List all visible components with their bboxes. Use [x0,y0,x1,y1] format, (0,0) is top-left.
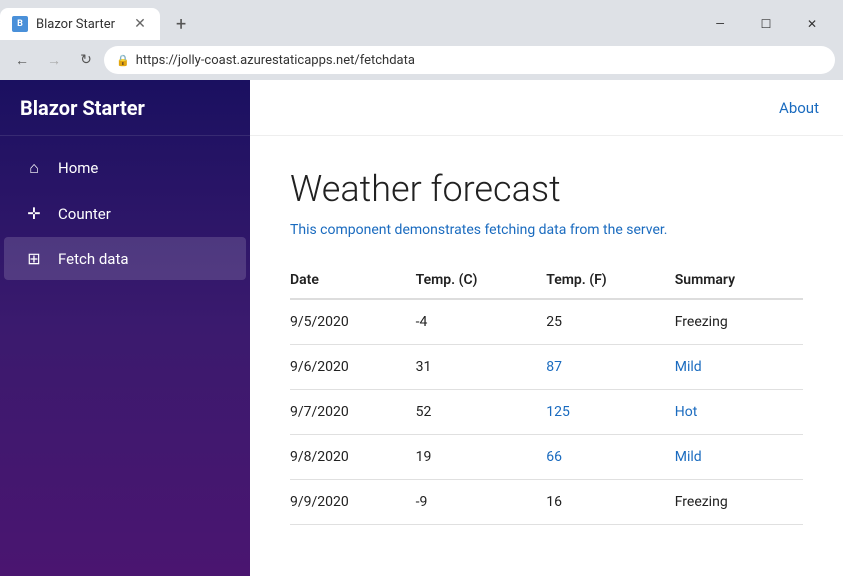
forward-button[interactable]: → [40,46,68,74]
nav-bar: ← → ↻ 🔒 https://jolly-coast.azurestatica… [0,40,843,80]
main-content: About Weather forecast This component de… [250,80,843,576]
cell-date: 9/6/2020 [290,345,416,390]
cell-tempf: 125 [546,390,674,435]
page-subtitle: This component demonstrates fetching dat… [290,222,803,238]
home-icon: ⌂ [24,158,44,178]
browser-window: B Blazor Starter ✕ + — ☐ ✕ ← → ↻ 🔒 https… [0,0,843,576]
new-tab-button[interactable]: + [168,14,194,35]
back-button[interactable]: ← [8,46,36,74]
cell-summary: Freezing [675,299,803,345]
cell-tempc: 52 [416,390,547,435]
address-bar[interactable]: 🔒 https://jolly-coast.azurestaticapps.ne… [104,46,835,74]
refresh-button[interactable]: ↻ [72,46,100,74]
top-bar: About [250,80,843,136]
tab-close-button[interactable]: ✕ [132,16,148,32]
cell-summary: Mild [675,345,803,390]
sidebar-item-counter-label: Counter [58,205,111,223]
cell-date: 9/5/2020 [290,299,416,345]
table-row: 9/8/2020 19 66 Mild [290,435,803,480]
restore-button[interactable]: ☐ [743,8,789,40]
sidebar-item-home-label: Home [58,159,98,177]
sidebar-item-home[interactable]: ⌂ Home [4,146,246,190]
cell-tempf: 25 [546,299,674,345]
cell-tempf: 16 [546,480,674,525]
col-header-tempf: Temp. (F) [546,262,674,299]
window-controls: — ☐ ✕ [697,8,843,40]
cell-date: 9/8/2020 [290,435,416,480]
table-header-row: Date Temp. (C) Temp. (F) Summary [290,262,803,299]
cell-tempf: 66 [546,435,674,480]
cell-summary: Mild [675,435,803,480]
cell-summary: Freezing [675,480,803,525]
col-header-summary: Summary [675,262,803,299]
weather-table: Date Temp. (C) Temp. (F) Summary 9/5/202… [290,262,803,525]
table-row: 9/6/2020 31 87 Mild [290,345,803,390]
content-area: Weather forecast This component demonstr… [250,136,843,576]
sidebar-nav: ⌂ Home ✛ Counter ⊞ Fetch data [0,136,250,290]
col-header-tempc: Temp. (C) [416,262,547,299]
sidebar-item-fetchdata-label: Fetch data [58,250,129,268]
tab-title: Blazor Starter [36,17,115,32]
cell-tempc: -4 [416,299,547,345]
cell-tempc: 31 [416,345,547,390]
col-header-date: Date [290,262,416,299]
close-button[interactable]: ✕ [789,8,835,40]
plus-icon: ✛ [24,204,44,223]
page-title: Weather forecast [290,168,803,210]
minimize-button[interactable]: — [697,8,743,40]
cell-summary: Hot [675,390,803,435]
grid-icon: ⊞ [24,249,44,268]
sidebar-item-fetchdata[interactable]: ⊞ Fetch data [4,237,246,280]
url-text: https://jolly-coast.azurestaticapps.net/… [136,53,415,68]
cell-date: 9/7/2020 [290,390,416,435]
lock-icon: 🔒 [116,54,130,67]
sidebar-logo: Blazor Starter [0,80,250,136]
table-row: 9/5/2020 -4 25 Freezing [290,299,803,345]
tab-favicon: B [12,16,28,32]
tab-bar: B Blazor Starter ✕ + — ☐ ✕ [0,0,843,40]
sidebar: Blazor Starter ⌂ Home ✛ Counter ⊞ Fetch … [0,80,250,576]
cell-tempc: 19 [416,435,547,480]
cell-date: 9/9/2020 [290,480,416,525]
cell-tempc: -9 [416,480,547,525]
browser-tab[interactable]: B Blazor Starter ✕ [0,8,160,40]
cell-tempf: 87 [546,345,674,390]
app-container: Blazor Starter ⌂ Home ✛ Counter ⊞ Fetch … [0,80,843,576]
about-link[interactable]: About [779,99,819,117]
sidebar-item-counter[interactable]: ✛ Counter [4,192,246,235]
table-row: 9/7/2020 52 125 Hot [290,390,803,435]
table-row: 9/9/2020 -9 16 Freezing [290,480,803,525]
